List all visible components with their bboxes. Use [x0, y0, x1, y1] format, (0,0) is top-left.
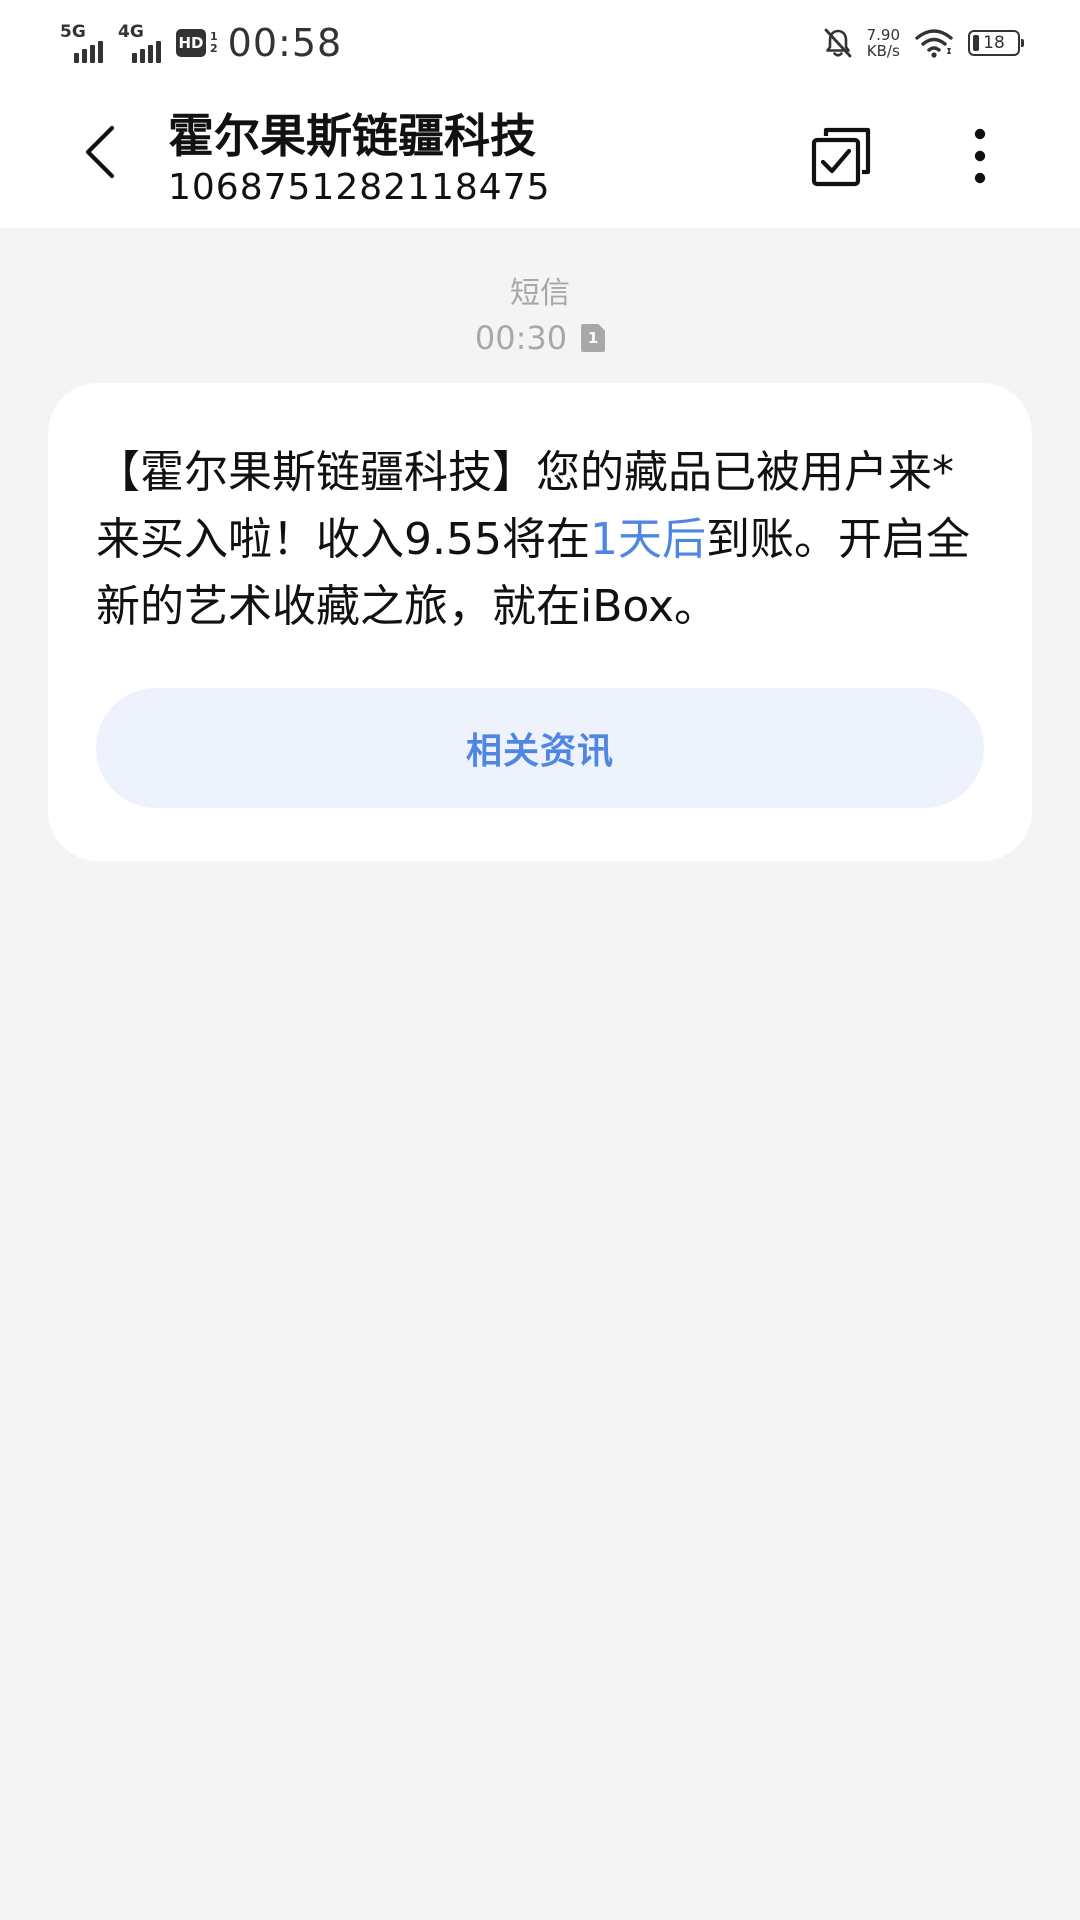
status-right: 7.90 KB/s 18 [823, 22, 1024, 64]
more-vertical-icon [974, 128, 986, 184]
network-type-label: 4G [118, 22, 144, 42]
message-type-label: 短信 [510, 276, 570, 311]
back-button[interactable] [70, 114, 130, 190]
hd-voice-icon: HD [176, 29, 206, 57]
hd-sim-indicator: 1 2 [210, 31, 218, 55]
multi-select-check-icon [811, 127, 871, 187]
related-news-button[interactable]: 相关资讯 [96, 688, 984, 808]
message-bubble[interactable]: 【霍尔果斯链疆科技】您的藏品已被用户来*来买入啦！收入9.55将在1天后到账。开… [48, 383, 1032, 861]
conversation-header: 霍尔果斯链疆科技 1068751282118475 [0, 86, 1080, 228]
hd-sim-bottom: 2 [210, 42, 218, 55]
status-time: 00:58 [227, 21, 343, 65]
message-time-row: 00:30 1 [0, 316, 1080, 360]
contact-name: 霍尔果斯链疆科技 [168, 109, 536, 163]
network-speed: 7.90 KB/s [867, 27, 900, 59]
sim-card-icon: 1 [581, 324, 606, 352]
more-options-button[interactable] [950, 124, 1010, 188]
battery-level: 18 [983, 33, 1005, 53]
wifi-icon [915, 29, 953, 58]
network-speed-unit: KB/s [866, 42, 900, 60]
multi-select-button[interactable] [810, 124, 874, 188]
message-time: 00:30 [474, 319, 568, 357]
contact-number: 1068751282118475 [168, 167, 551, 208]
signal-4g-icon: 4G [118, 23, 168, 63]
chevron-left-icon [85, 125, 115, 179]
bell-off-icon [824, 28, 851, 58]
message-body: 【霍尔果斯链疆科技】您的藏品已被用户来*来买入啦！收入9.55将在1天后到账。开… [96, 439, 996, 640]
network-type-label: 5G [60, 22, 86, 42]
signal-5g-icon: 5G [60, 23, 110, 63]
message-date-link[interactable]: 1天后 [590, 514, 706, 565]
status-left: 5G 4G HD 1 2 00:58 [60, 18, 342, 68]
network-speed-value: 7.90 [866, 26, 900, 44]
battery-icon: 18 [968, 30, 1024, 56]
status-bar: 5G 4G HD 1 2 00:58 7.90 KB/s 18 [0, 0, 1080, 86]
